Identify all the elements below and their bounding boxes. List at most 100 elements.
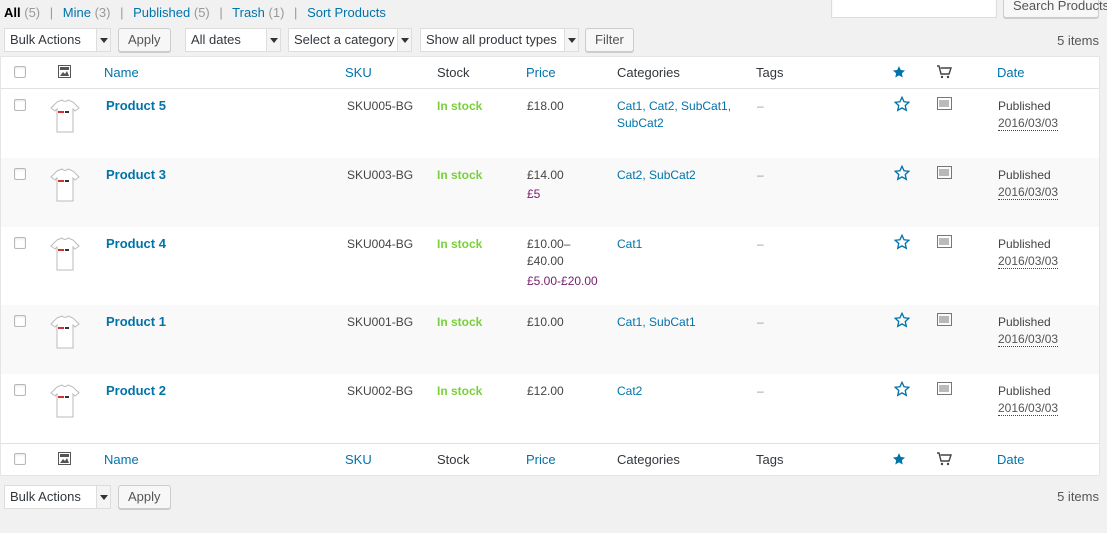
views-nav: All (5) | Mine (3) | Published (5) | Tra… <box>4 5 386 20</box>
image-icon <box>58 65 71 81</box>
column-sku-sort[interactable]: SKU <box>345 452 372 467</box>
categories-links[interactable]: Cat1, Cat2, SubCat1, <box>617 99 731 113</box>
star-icon[interactable] <box>892 65 906 82</box>
apply-button[interactable]: Apply <box>118 28 171 52</box>
star-icon[interactable] <box>893 311 911 331</box>
price: £10.00– <box>527 237 571 251</box>
categories-links[interactable]: Cat2, SubCat2 <box>617 168 696 182</box>
view-sort-products[interactable]: Sort Products <box>307 5 386 20</box>
product-thumbnail[interactable] <box>47 236 83 272</box>
product-name-link[interactable]: Product 1 <box>106 314 166 329</box>
items-count-bottom: 5 items <box>1057 489 1099 504</box>
product-thumbnail[interactable] <box>47 167 83 203</box>
column-categories: Categories <box>617 452 680 467</box>
price: £12.00 <box>527 384 564 398</box>
post-date: 2016/03/03 <box>998 185 1059 200</box>
barcode-icon <box>937 166 952 182</box>
column-sku-sort[interactable]: SKU <box>345 65 372 80</box>
chevron-down-icon <box>564 29 578 51</box>
product-thumbnail[interactable] <box>47 383 83 419</box>
row-checkbox[interactable] <box>14 99 26 111</box>
categories-links[interactable]: Cat2 <box>617 384 642 398</box>
star-icon[interactable] <box>893 380 911 400</box>
column-price-sort[interactable]: Price <box>526 452 556 467</box>
sku: SKU002-BG <box>347 384 414 398</box>
tags-empty: – <box>757 237 764 251</box>
bulk-actions-value: Bulk Actions <box>10 32 81 47</box>
tags-empty: – <box>757 168 764 182</box>
barcode-icon <box>937 235 952 251</box>
price-continued: £40.00 <box>527 254 564 268</box>
view-mine[interactable]: Mine <box>63 5 91 20</box>
sale-price: £5.00-£20.00 <box>527 274 598 288</box>
view-trash-count: (1) <box>268 5 285 20</box>
table-header: Name SKU Stock Price Categories Tags Dat… <box>1 57 1099 89</box>
select-all-checkbox[interactable] <box>14 66 26 78</box>
select-all-checkbox-footer[interactable] <box>14 453 26 465</box>
post-date: 2016/03/03 <box>998 254 1059 269</box>
categories-links[interactable]: Cat1, SubCat1 <box>617 315 696 329</box>
column-date-sort[interactable]: Date <box>997 65 1024 80</box>
date-filter-select[interactable]: All dates <box>185 28 281 52</box>
search-products-button[interactable]: Search Products <box>1003 0 1107 18</box>
bulk-actions-value: Bulk Actions <box>10 489 81 504</box>
product-name-link[interactable]: Product 5 <box>106 98 166 113</box>
row-checkbox[interactable] <box>14 315 26 327</box>
barcode-icon <box>937 313 952 329</box>
star-icon[interactable] <box>893 164 911 184</box>
product-thumbnail[interactable] <box>47 314 83 350</box>
product-type-select[interactable]: Show all product types <box>420 28 579 52</box>
price: £14.00 <box>527 168 564 182</box>
column-stock: Stock <box>437 452 470 467</box>
product-name-link[interactable]: Product 2 <box>106 383 166 398</box>
sku: SKU005-BG <box>347 99 414 113</box>
tags-empty: – <box>757 99 764 113</box>
star-icon[interactable] <box>893 95 911 115</box>
search-input[interactable] <box>831 0 997 18</box>
column-date-sort[interactable]: Date <box>997 452 1024 467</box>
date-filter-value: All dates <box>191 32 241 47</box>
product-thumbnail[interactable] <box>47 98 83 134</box>
row-checkbox[interactable] <box>14 384 26 396</box>
bulk-actions-select[interactable]: Bulk Actions <box>4 28 111 52</box>
category-filter-select[interactable]: Select a category <box>288 28 412 52</box>
post-status: Published <box>998 99 1051 113</box>
post-status: Published <box>998 384 1051 398</box>
post-date: 2016/03/03 <box>998 401 1059 416</box>
product-name-link[interactable]: Product 3 <box>106 167 166 182</box>
items-count-top: 5 items <box>1057 33 1099 48</box>
view-trash[interactable]: Trash <box>232 5 265 20</box>
stock-status: In stock <box>437 384 483 398</box>
cart-icon <box>936 452 952 469</box>
categories-links-continued[interactable]: SubCat2 <box>617 116 664 130</box>
view-mine-count: (3) <box>94 5 111 20</box>
stock-status: In stock <box>437 315 483 329</box>
column-name-sort[interactable]: Name <box>104 65 139 80</box>
row-checkbox[interactable] <box>14 237 26 249</box>
stock-status: In stock <box>437 168 483 182</box>
column-name-sort[interactable]: Name <box>104 452 139 467</box>
search-box: Search Products <box>831 0 1107 18</box>
view-published[interactable]: Published <box>133 5 190 20</box>
table-row: Product 2 SKU002-BG In stock £12.00 Cat2… <box>1 374 1099 443</box>
column-price-sort[interactable]: Price <box>526 65 556 80</box>
product-name-link[interactable]: Product 4 <box>106 236 166 251</box>
view-all[interactable]: All <box>4 5 21 20</box>
products-table: Name SKU Stock Price Categories Tags Dat… <box>0 56 1100 476</box>
image-icon <box>58 452 71 468</box>
star-icon[interactable] <box>893 233 911 253</box>
tags-empty: – <box>757 384 764 398</box>
view-all-count: (5) <box>24 5 41 20</box>
bulk-actions-select-bottom[interactable]: Bulk Actions <box>4 485 111 509</box>
price: £10.00 <box>527 315 564 329</box>
row-checkbox[interactable] <box>14 168 26 180</box>
column-stock: Stock <box>437 65 470 80</box>
categories-links[interactable]: Cat1 <box>617 237 642 251</box>
filter-button[interactable]: Filter <box>585 28 634 52</box>
star-icon[interactable] <box>892 452 906 469</box>
post-status: Published <box>998 237 1051 251</box>
post-status: Published <box>998 315 1051 329</box>
separator: | <box>294 5 298 20</box>
apply-button-bottom[interactable]: Apply <box>118 485 171 509</box>
table-row: Product 3 SKU003-BG In stock £14.00 £5 C… <box>1 158 1099 227</box>
